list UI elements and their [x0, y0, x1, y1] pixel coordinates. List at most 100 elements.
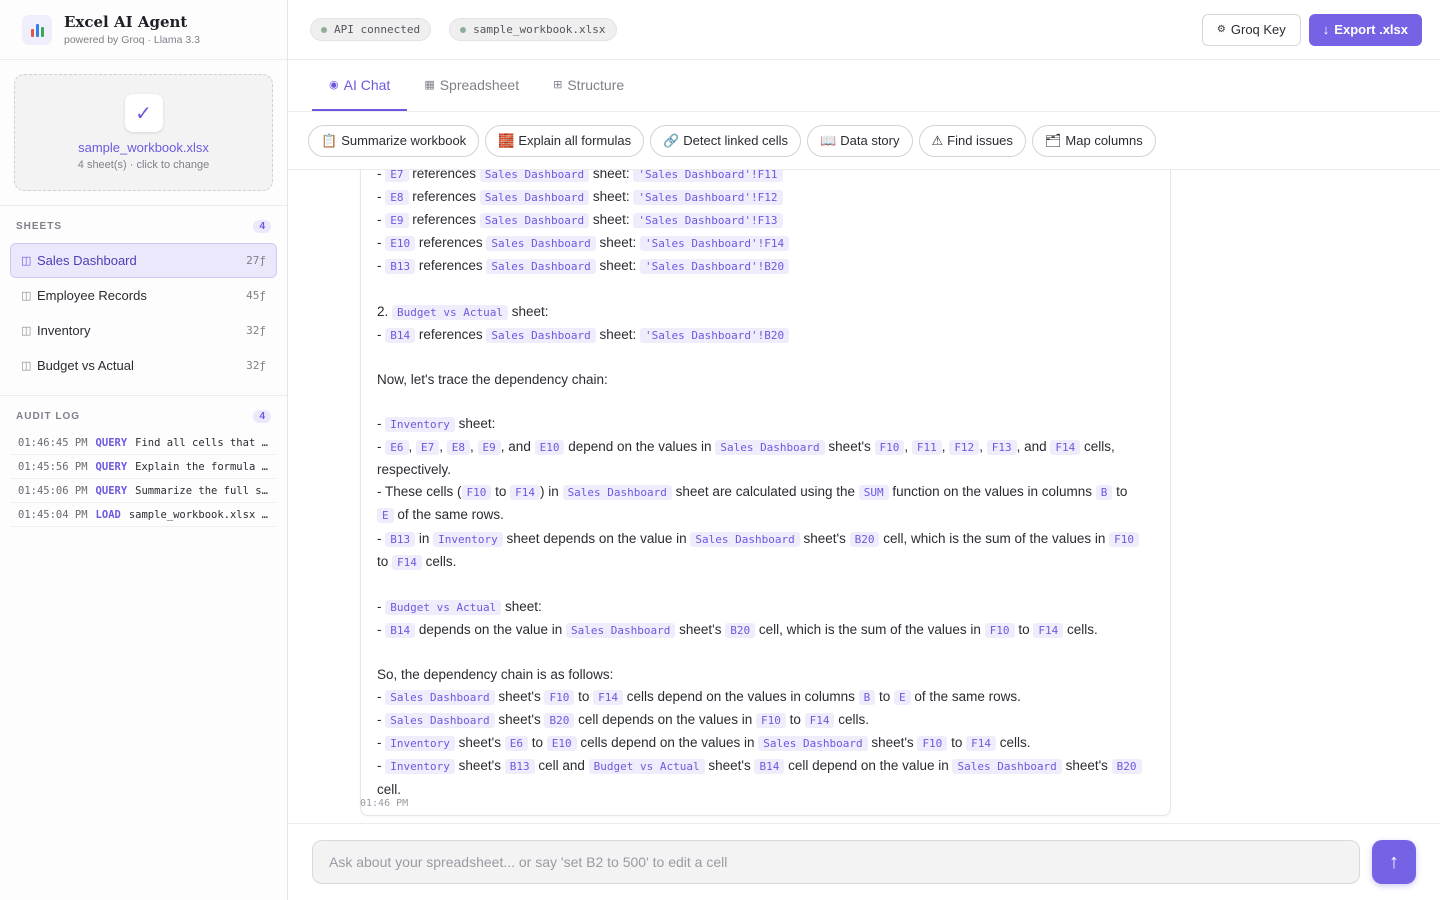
tab-label: AI Chat	[343, 76, 391, 93]
message-text: sheet:	[595, 258, 641, 274]
message-line	[377, 642, 1154, 664]
message-line	[377, 391, 1154, 413]
message-line: - Sales Dashboard sheet's B20 cell depen…	[377, 709, 1154, 732]
app-subtitle: powered by Groq · Llama 3.3	[64, 34, 200, 46]
sheet-item[interactable]: ◫ Sales Dashboard 27ƒ	[10, 243, 277, 278]
checkmark-icon: ✓	[124, 94, 163, 132]
message-line: 2. Budget vs Actual sheet:	[377, 301, 1154, 324]
grid-icon: ◫	[21, 325, 32, 337]
quick-action-button[interactable]: ⚠ Find issues	[918, 124, 1026, 157]
message-text: to	[377, 553, 393, 569]
status-dot-icon	[460, 26, 467, 33]
file-upload-zone[interactable]: ✓ sample_workbook.xlsx 4 sheet(s) · clic…	[14, 74, 273, 191]
message-text: -	[377, 621, 386, 637]
cell-ref: 'Sales Dashboard'!F13	[633, 213, 783, 229]
quick-action-icon: 🔗	[663, 132, 680, 148]
message-text: function on the values in columns	[888, 484, 1096, 500]
message-text: -	[377, 712, 386, 728]
audit-header: AUDIT LOG 4	[0, 410, 287, 423]
cell-ref: Sales Dashboard	[690, 531, 800, 547]
audit-message: Explain the formula in…	[135, 460, 269, 473]
cell-ref: B13	[504, 759, 535, 775]
api-status-text: API connected	[334, 23, 421, 36]
cell-ref: E8	[385, 190, 409, 206]
grid-icon: ◫	[21, 255, 32, 267]
sheets-heading: SHEETS	[16, 221, 63, 232]
quick-action-button[interactable]: 📖 Data story	[807, 124, 913, 157]
quick-actions-bar: 📋 Summarize workbook 🧱 Explain all formulas…	[288, 112, 1440, 170]
audit-row[interactable]: 01:45:56 PM QUERY Explain the formula in…	[10, 455, 277, 479]
tab-label: Spreadsheet	[439, 76, 520, 93]
message-text: , and	[1016, 439, 1051, 455]
sheet-item[interactable]: ◫ Inventory 32ƒ	[10, 313, 277, 348]
audit-row[interactable]: 01:45:04 PM LOAD sample_workbook.xlsx — …	[10, 503, 277, 527]
message-text: sheet:	[454, 416, 496, 432]
export-button[interactable]: ↓ Export .xlsx	[1308, 13, 1422, 46]
audit-row[interactable]: 01:45:06 PM QUERY Summarize the full str…	[10, 479, 277, 503]
message-line: - Sales Dashboard sheet's F10 to F14 cel…	[377, 686, 1154, 709]
message-text: cell.	[377, 781, 402, 797]
cell-ref: Sales Dashboard	[486, 327, 596, 343]
cell-ref: F14	[593, 690, 623, 706]
sheets-section: SHEETS 4 ◫ Sales Dashboard 27ƒ ◫ Employee Re…	[0, 205, 287, 383]
message-text: sheet's	[824, 439, 875, 455]
chat-area[interactable]: - E7 references Sales Dashboard sheet: '…	[288, 170, 1440, 823]
tab-icon: ▦	[424, 79, 435, 91]
cell-ref: Sales Dashboard	[566, 622, 676, 638]
cell-ref: F14	[392, 554, 422, 570]
quick-action-icon: 📋	[321, 132, 338, 148]
quick-action-label: Summarize workbook	[341, 133, 467, 148]
cell-ref: E10	[385, 236, 416, 252]
message-text: cells,	[1080, 439, 1115, 455]
sheet-item[interactable]: ◫ Budget vs Actual 32ƒ	[10, 348, 277, 383]
message-text: sheet:	[595, 326, 641, 342]
cell-ref: Inventory	[433, 531, 503, 547]
cell-ref: B13	[385, 531, 416, 547]
cell-ref: F14	[510, 485, 541, 501]
message-line: - E7 references Sales Dashboard sheet: '…	[377, 170, 1154, 186]
quick-action-button[interactable]: 🔗 Detect linked cells	[650, 124, 802, 157]
quick-action-button[interactable]: 🗂 Map columns	[1031, 124, 1156, 157]
message-line: - B13 in Inventory sheet depends on the …	[377, 528, 1154, 551]
cell-ref: F14	[966, 736, 996, 752]
message-text: to	[947, 735, 967, 751]
cell-ref: E10	[534, 440, 565, 456]
cell-ref: B14	[754, 759, 785, 775]
cell-ref: F10	[984, 622, 1015, 638]
sheet-item[interactable]: ◫ Employee Records 45ƒ	[10, 278, 277, 313]
send-button[interactable]: ↑	[1372, 840, 1416, 884]
tab-structure[interactable]: ⊞ Structure	[536, 60, 641, 111]
tab-spreadsheet[interactable]: ▦ Spreadsheet	[407, 60, 536, 111]
cell-ref: Sales Dashboard	[715, 440, 825, 456]
message-text: to	[785, 712, 805, 728]
audit-row[interactable]: 01:46:45 PM QUERY Find all cells that re…	[10, 431, 277, 455]
message-line: - Inventory sheet's E6 to E10 cells depe…	[377, 732, 1154, 755]
grid-icon: ◫	[21, 290, 32, 302]
tab-ai-chat[interactable]: ◉ AI Chat	[312, 60, 408, 111]
cell-ref: F12	[949, 440, 980, 456]
audit-kind: QUERY	[95, 484, 128, 497]
message-line	[377, 347, 1154, 369]
cell-ref: E6	[385, 440, 409, 456]
cell-ref: Sales Dashboard	[486, 259, 596, 275]
quick-action-button[interactable]: 📋 Summarize workbook	[308, 124, 480, 157]
sheet-name: Budget vs Actual	[37, 358, 134, 373]
cell-ref: B20	[849, 531, 880, 547]
message-line: - Inventory sheet:	[377, 413, 1154, 436]
send-arrow-icon: ↑	[1389, 850, 1399, 873]
cell-ref: Sales Dashboard	[486, 236, 596, 252]
cell-ref: F13	[986, 440, 1017, 456]
chat-input[interactable]: Ask about your spreadsheet... or say 'se…	[312, 840, 1360, 884]
audit-kind: LOAD	[95, 508, 121, 521]
cell-ref: Sales Dashboard	[952, 759, 1062, 775]
message-text: -	[377, 416, 386, 432]
message-text: sheet's	[799, 530, 850, 546]
groq-key-button[interactable]: ⚙ Groq Key	[1201, 13, 1301, 46]
cell-ref: 'Sales Dashboard'!B20	[640, 259, 790, 275]
tab-bar: ◉ AI Chat ▦ Spreadsheet ⊞ Structure	[288, 60, 1440, 112]
formula-count: 27ƒ	[246, 254, 266, 267]
quick-action-button[interactable]: 🧱 Explain all formulas	[485, 124, 645, 157]
message-text: references	[408, 170, 480, 181]
message-line: - B13 references Sales Dashboard sheet: …	[377, 255, 1154, 278]
quick-action-icon: ⚠	[931, 132, 944, 148]
